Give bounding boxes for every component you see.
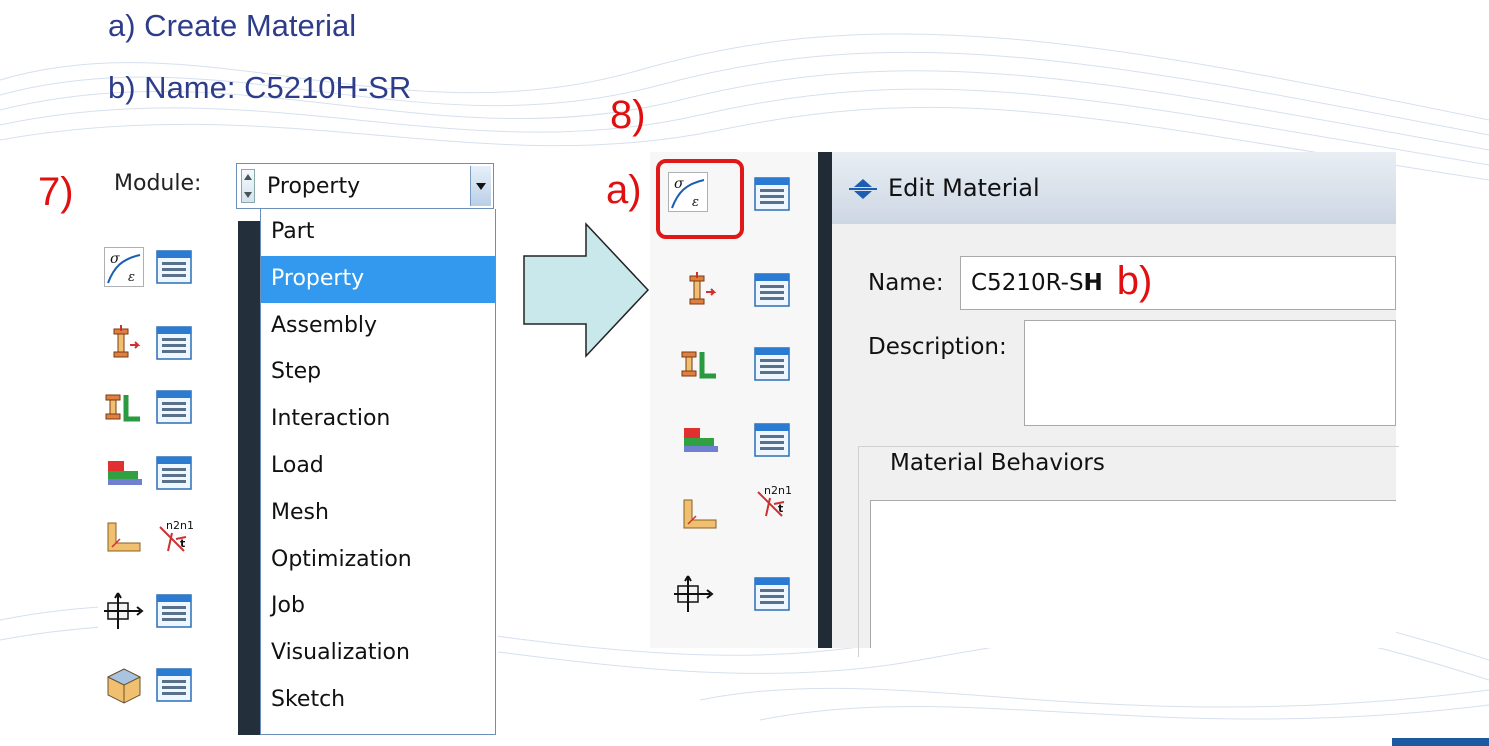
section-manager-icon[interactable] <box>752 270 792 310</box>
name-input-text: C5210R-S <box>971 270 1084 296</box>
module-option-assembly[interactable]: Assembly <box>261 303 495 350</box>
dialog-titlebar[interactable]: Edit Material <box>832 152 1396 224</box>
section-assignment-manager-icon[interactable] <box>154 387 194 427</box>
assign-beam-orientation-icon[interactable] <box>104 517 144 557</box>
module-spinner-icon[interactable] <box>241 169 255 203</box>
create-section-icon[interactable] <box>104 323 144 363</box>
svg-text:σ: σ <box>110 251 120 267</box>
section-manager-icon[interactable] <box>154 323 194 363</box>
highlight-create-material <box>656 159 744 239</box>
module-option-job[interactable]: Job <box>261 583 495 630</box>
logo-fragment <box>1392 738 1489 746</box>
module-option-visualization[interactable]: Visualization <box>261 630 495 677</box>
create-profile-icon[interactable] <box>104 453 144 493</box>
assign-beam-normal-icon[interactable]: n2n1 t <box>154 517 194 557</box>
profile-manager-icon[interactable] <box>154 453 194 493</box>
module-option-interaction[interactable]: Interaction <box>261 396 495 443</box>
step-7-label: 7) <box>38 170 74 214</box>
profile-manager-icon[interactable] <box>752 420 792 460</box>
step-b-label: b) <box>1116 259 1153 303</box>
section-assignment-manager-icon[interactable] <box>752 344 792 384</box>
step-8-label: 8) <box>610 93 646 137</box>
svg-text:t: t <box>180 537 185 550</box>
edit-material-dialog: Edit Material Name: C5210R-SH b) Descript… <box>832 152 1399 657</box>
material-manager-icon[interactable] <box>752 174 792 214</box>
assign-beam-orientation-icon[interactable] <box>680 494 720 534</box>
module-toolbox-panel: Module: Property Part Property Assembly … <box>98 155 498 735</box>
module-label: Module: <box>114 171 202 196</box>
skin-manager-icon[interactable] <box>154 591 194 631</box>
dialog-shadow-border <box>818 152 832 648</box>
material-behaviors-label: Material Behaviors <box>882 450 1113 476</box>
module-option-step[interactable]: Step <box>261 349 495 396</box>
special-manager-icon[interactable] <box>154 665 194 705</box>
module-option-mesh[interactable]: Mesh <box>261 490 495 537</box>
step-a-label: a) <box>606 168 642 212</box>
skin-icon[interactable] <box>674 574 714 614</box>
special-icon[interactable] <box>104 665 144 705</box>
move-window-icon <box>849 179 877 199</box>
dialog-body: Name: C5210R-SH b) Description: Material … <box>842 224 1399 657</box>
edit-material-panel: σ ε n2n1 t Edit Material Name: C5210R-SH… <box>650 152 1399 657</box>
dropdown-shadow-bar <box>238 221 260 735</box>
module-option-part[interactable]: Part <box>261 209 495 256</box>
module-combo-value: Property <box>267 174 361 199</box>
skin-manager-icon[interactable] <box>752 574 792 614</box>
svg-text:t: t <box>778 502 783 515</box>
assign-beam-normal-icon[interactable]: n2n1 t <box>752 482 792 522</box>
assign-section-icon[interactable] <box>680 344 720 384</box>
module-option-load[interactable]: Load <box>261 443 495 490</box>
skin-icon[interactable] <box>104 591 144 631</box>
chevron-down-icon[interactable] <box>470 166 491 206</box>
svg-text:ε: ε <box>128 270 135 285</box>
module-option-sketch[interactable]: Sketch <box>261 677 495 724</box>
material-behaviors-list[interactable] <box>870 500 1396 648</box>
module-combobox[interactable]: Property <box>236 163 494 209</box>
svg-text:n2n1: n2n1 <box>166 519 194 532</box>
module-option-property[interactable]: Property <box>261 255 495 303</box>
create-material-icon[interactable]: σ ε <box>104 247 144 287</box>
module-option-optimization[interactable]: Optimization <box>261 537 495 584</box>
svg-text:n2n1: n2n1 <box>764 484 792 497</box>
arrow-right-icon <box>523 222 650 358</box>
module-dropdown-list[interactable]: Part Property Assembly Step Interaction … <box>260 209 496 735</box>
description-label: Description: <box>868 334 1007 360</box>
material-manager-icon[interactable] <box>154 247 194 287</box>
material-name-input[interactable]: C5210R-SH b) <box>960 256 1396 310</box>
description-input[interactable] <box>1024 320 1396 426</box>
name-label: Name: <box>868 270 944 296</box>
create-profile-icon[interactable] <box>680 420 720 460</box>
instruction-name: b) Name: C5210H-SR <box>108 70 412 105</box>
name-input-cursor-char: H <box>1083 270 1103 296</box>
dialog-title: Edit Material <box>888 174 1040 202</box>
instruction-create-material: a) Create Material <box>108 8 357 43</box>
assign-section-icon[interactable] <box>104 387 144 427</box>
create-section-icon[interactable] <box>680 270 720 310</box>
